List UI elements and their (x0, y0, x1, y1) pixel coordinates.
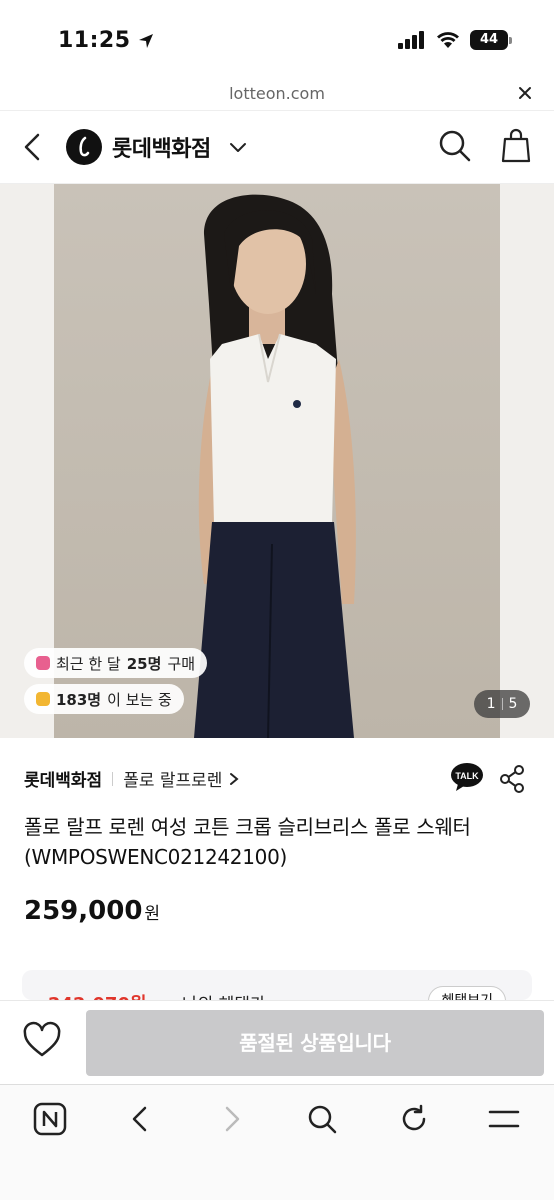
brand-selector[interactable]: 롯데백화점 (66, 129, 249, 165)
action-bar: 품절된 상품입니다 (0, 1000, 554, 1084)
naver-n-icon (33, 1102, 67, 1136)
wifi-icon (437, 32, 459, 48)
chevron-left-icon (132, 1106, 147, 1132)
pager-current: 1 (486, 696, 496, 712)
divider (112, 771, 114, 786)
brand-link-label: 폴로 랄프로렌 (123, 771, 223, 791)
browser-menu-button[interactable] (484, 1099, 524, 1139)
badge-viewers-suffix: 이 보는 중 (107, 690, 172, 709)
battery-tip (509, 37, 512, 44)
browser-back-button[interactable] (120, 1099, 160, 1139)
shopping-bag-icon[interactable] (500, 127, 532, 163)
status-bar: 11:25 44 (0, 0, 554, 80)
talk-chat-icon[interactable]: TALK (450, 762, 484, 792)
benefit-label: 나의 혜택가 (182, 990, 266, 1000)
reload-icon (402, 1104, 426, 1131)
product-image-carousel[interactable]: 최근 한 달 25명 구매 183명 이 보는 중 1 5 (0, 184, 554, 738)
image-pager: 1 5 (474, 690, 530, 718)
badge-recent-suffix: 구매 (167, 654, 196, 673)
viewers-badge: 183명 이 보는 중 (24, 684, 184, 714)
store-brand-row: 롯데백화점 폴로 랄프로렌 (24, 766, 240, 791)
badge-recent-prefix: 최근 한 달 (56, 654, 121, 673)
badge-recent-count: 25명 (126, 654, 162, 673)
price-row: 259,000 원 (24, 896, 160, 926)
battery-level: 44 (479, 32, 499, 47)
browser-reload-button[interactable] (394, 1099, 434, 1139)
back-arrow-icon[interactable] (18, 129, 50, 165)
status-indicators: 44 (398, 30, 512, 50)
brand-name: 롯데백화점 (112, 137, 211, 162)
shopping-bag-icon (36, 656, 50, 670)
lotte-logo-icon (66, 129, 102, 165)
benefit-view-button[interactable]: 혜택보기 (428, 986, 506, 1000)
brand-link[interactable]: 폴로 랄프로렌 (123, 766, 240, 791)
benefit-box: 242,070원 나의 혜택가 혜택보기 (22, 970, 532, 1000)
time-text: 11:25 (58, 28, 131, 53)
pager-separator (501, 698, 503, 710)
badge-viewers-count: 183명 (56, 690, 102, 709)
hamburger-menu-icon (488, 1110, 520, 1128)
search-icon (308, 1105, 337, 1134)
battery-indicator: 44 (470, 30, 512, 50)
svg-text:TALK: TALK (455, 771, 479, 781)
chevron-down-icon[interactable] (227, 136, 249, 158)
url-text[interactable]: lotteon.com (0, 84, 554, 103)
benefit-price: 242,070원 (48, 990, 147, 1000)
search-icon[interactable] (438, 129, 472, 163)
signal-icon (398, 31, 424, 49)
price-unit: 원 (144, 904, 161, 924)
store-name[interactable]: 롯데백화점 (24, 766, 102, 791)
browser-search-button[interactable] (302, 1099, 342, 1139)
chevron-right-icon (230, 772, 240, 785)
browser-toolbar (0, 1084, 554, 1200)
chevron-right-icon (225, 1106, 240, 1132)
browser-forward-button[interactable] (212, 1099, 252, 1139)
heart-icon[interactable] (22, 1021, 62, 1061)
naver-home-button[interactable] (30, 1099, 70, 1139)
pager-total: 5 (508, 696, 518, 712)
close-icon[interactable] (514, 82, 536, 104)
site-header: 롯데백화점 (0, 110, 554, 184)
location-arrow-icon (138, 33, 153, 48)
product-price: 259,000 (24, 896, 143, 926)
status-time: 11:25 (58, 28, 155, 53)
recent-purchase-badge: 최근 한 달 25명 구매 (24, 648, 208, 678)
url-bar: lotteon.com (0, 80, 554, 110)
product-title: 폴로 랄프 로렌 여성 코튼 크롭 슬리브리스 폴로 스웨터 (WMPOSWEN… (24, 815, 471, 869)
soldout-button[interactable]: 품절된 상품입니다 (86, 1010, 544, 1076)
logo-mark-icon (79, 136, 90, 157)
thumbs-up-icon (36, 692, 50, 706)
share-icon[interactable] (498, 764, 526, 794)
